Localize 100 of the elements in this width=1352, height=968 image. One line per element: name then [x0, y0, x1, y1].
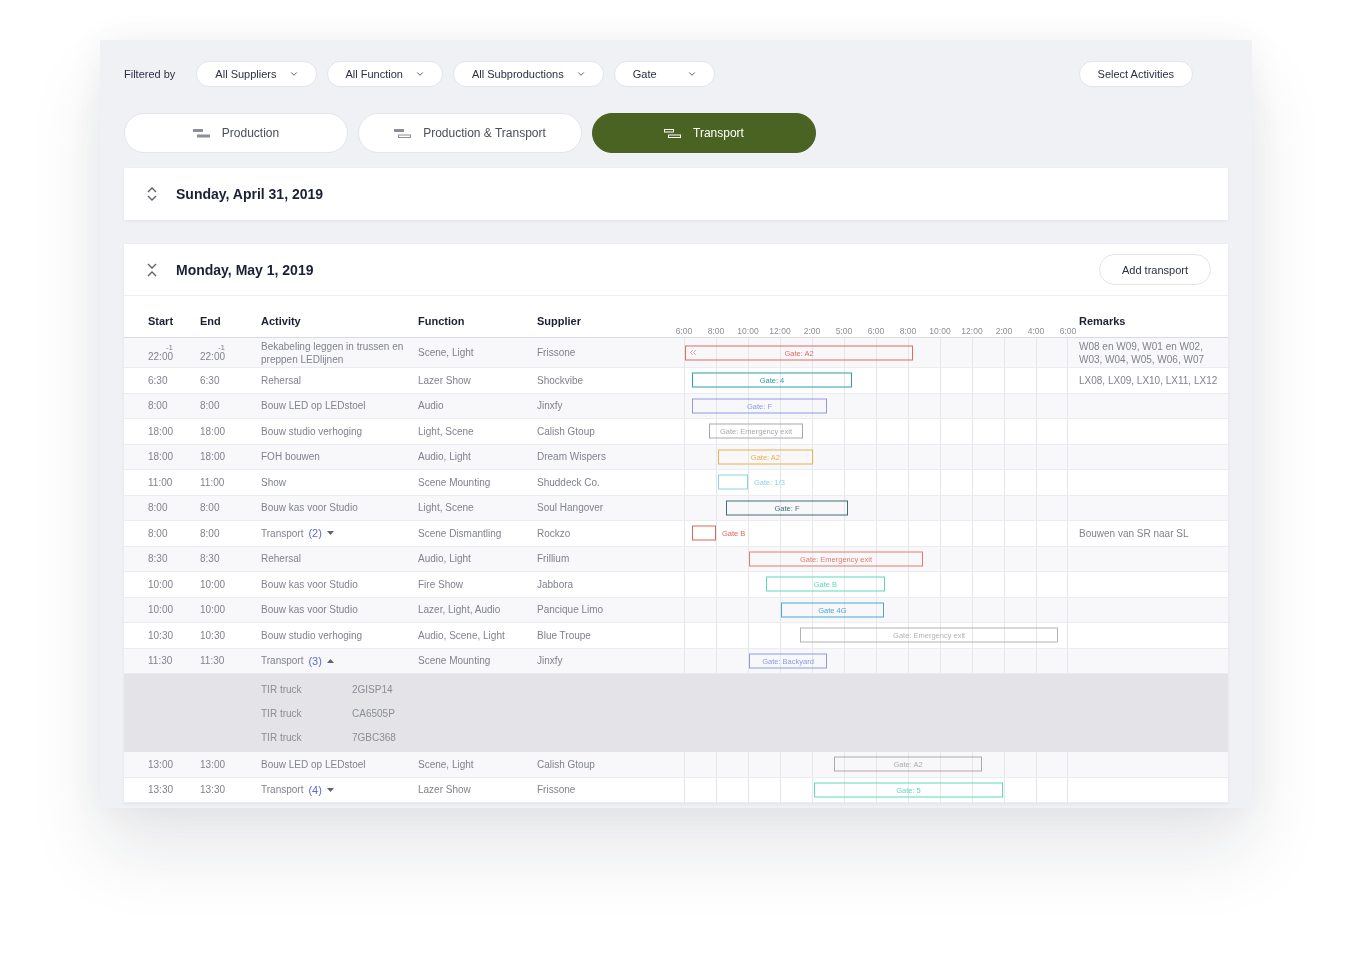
table-cell: 8:30 — [200, 552, 220, 566]
time-tick: 8:00 — [898, 326, 918, 336]
chevron-down-icon — [288, 69, 299, 79]
table-cell: Transport — [261, 526, 304, 540]
time-tick: 10:00 — [928, 326, 952, 336]
filter-dropdown[interactable]: Gate — [613, 61, 715, 87]
count-label: (2) — [308, 526, 322, 541]
table-cell: 22:00 — [148, 351, 174, 362]
caret-down-icon[interactable] — [326, 531, 334, 536]
table-cell: Rehersal — [261, 552, 302, 566]
table-cell: Audio, Light — [418, 552, 471, 566]
table-cell: Rehersal — [261, 373, 302, 387]
column-header: Remarks — [1079, 315, 1126, 327]
time-tick: 6:00 — [866, 326, 886, 336]
filter-label: Filtered by — [124, 68, 176, 80]
table-cell: Fire Show — [418, 577, 463, 591]
timeline-icon — [394, 128, 412, 138]
time-tick: 10:00 — [736, 326, 760, 336]
table-cell: Scene, Light — [418, 757, 474, 771]
time-tick: 6:00 — [1058, 326, 1078, 336]
time-tick: 12:00 — [960, 326, 984, 336]
time-tick: 6:00 — [674, 326, 694, 336]
table-cell: Lazer, Light, Audio — [418, 603, 501, 617]
table-cell: 8:00 — [200, 399, 220, 413]
table-cell-text: TIR truck — [261, 731, 303, 743]
table-cell-text: TIR truck — [261, 707, 303, 719]
count-label: (4) — [308, 782, 322, 797]
view-tab[interactable]: Production & Transport — [358, 113, 582, 153]
column-header: Function — [418, 315, 465, 327]
table-cell: 11:00 — [148, 475, 173, 489]
table-cell: 8:00 — [148, 501, 168, 515]
time-tick: 8:00 — [706, 326, 726, 336]
table-cell-text: Bekabeling leggen in trussen en preppen LEDlijnen — [261, 339, 405, 366]
filter-dropdown[interactable]: All Subproductions — [453, 61, 604, 87]
view-tab[interactable]: Production — [124, 113, 348, 153]
chevron-up-down-icon[interactable] — [147, 187, 157, 201]
table-cell: Transport — [261, 654, 304, 668]
table-cell: 8:00 — [148, 526, 168, 540]
table-cell-text: 2GISP14 — [352, 683, 394, 695]
chevron-down-icon — [686, 69, 697, 79]
chevron-down-up-icon[interactable] — [147, 262, 157, 277]
table-cell: 18:00 — [148, 424, 174, 438]
table-cell: 18:00 — [200, 424, 226, 438]
table-cell: Jinxfy — [537, 654, 563, 668]
table-cell: 13:00 — [200, 757, 226, 771]
table-cell: 11:30 — [200, 654, 225, 668]
table-cell: Shuddeck Co. — [537, 475, 600, 489]
timeline-icon — [192, 128, 210, 138]
table-cell: 8:00 — [148, 399, 168, 413]
table-cell: Bouw studio verhoging — [261, 628, 363, 642]
table-cell: Scene Dismantling — [418, 526, 502, 540]
table-cell: 8:00 — [200, 526, 220, 540]
table-cell: 8:00 — [200, 501, 220, 515]
time-tick: 2:00 — [802, 326, 822, 336]
table-cell: Lazer Show — [418, 373, 471, 387]
day-offset: -1 — [165, 343, 174, 352]
view-tab[interactable]: Transport — [592, 113, 816, 153]
table-cell: Shockvibe — [537, 373, 584, 387]
day-offset: -1 — [217, 343, 226, 352]
table-cell: 22:00 — [200, 351, 226, 362]
table-cell: Audio, Scene, Light — [418, 628, 505, 642]
table-cell: Frissone — [537, 783, 576, 797]
filter-dropdown[interactable]: All Function — [326, 61, 443, 87]
table-cell: Jabbora — [537, 577, 574, 591]
table-cell: Show — [261, 475, 286, 489]
table-cell: 10:00 — [148, 577, 174, 591]
filter-dropdown[interactable]: All Suppliers — [196, 61, 317, 87]
select-activities-button[interactable]: Select Activities — [1078, 61, 1193, 87]
table-cell: Rockzo — [537, 526, 571, 540]
table-cell: LX08, LX09, LX10, LX11, LX12 — [1079, 373, 1218, 387]
table-cell: 10:00 — [148, 603, 174, 617]
table-cell: Bouw LED op LEDstoel — [261, 399, 366, 413]
table-cell: Light, Scene — [418, 501, 474, 515]
table-cell-text: 7GBC368 — [352, 731, 397, 743]
table-cell: Bouw kas voor Studio — [261, 501, 358, 515]
chevron-down-icon — [575, 69, 586, 79]
table-cell: Bouwen van SR naar SL — [1079, 526, 1189, 540]
table-cell: Bouw kas voor Studio — [261, 577, 358, 591]
column-header: End — [200, 315, 221, 327]
add-transport-button[interactable]: Add transport — [1098, 254, 1211, 285]
table-cell: Bouw studio verhoging — [261, 424, 363, 438]
table-cell: 10:00 — [200, 603, 226, 617]
table-cell: 11:30 — [148, 654, 173, 668]
table-cell: 18:00 — [148, 450, 174, 464]
time-tick: 5:00 — [834, 326, 854, 336]
table-cell: Blue Troupe — [537, 628, 591, 642]
caret-up-icon[interactable] — [326, 658, 334, 663]
time-tick: 4:00 — [1026, 326, 1046, 336]
table-cell: Scene Mounting — [418, 475, 491, 489]
caret-down-icon[interactable] — [326, 787, 334, 792]
table-cell: FOH bouwen — [261, 450, 320, 464]
table-cell: 18:00 — [200, 450, 226, 464]
table-cell: 11:00 — [200, 475, 225, 489]
table-cell: 13:00 — [148, 757, 174, 771]
table-cell-text: W08 en W09, W01 en W02, W03, W04, W05, W06, W07 — [1079, 339, 1206, 366]
time-tick: 12:00 — [768, 326, 792, 336]
table-cell: Dream Wispers — [537, 450, 606, 464]
table-cell: Frillium — [537, 552, 570, 566]
table-cell: Audio, Light — [418, 450, 471, 464]
table-cell: Transport — [261, 783, 304, 797]
